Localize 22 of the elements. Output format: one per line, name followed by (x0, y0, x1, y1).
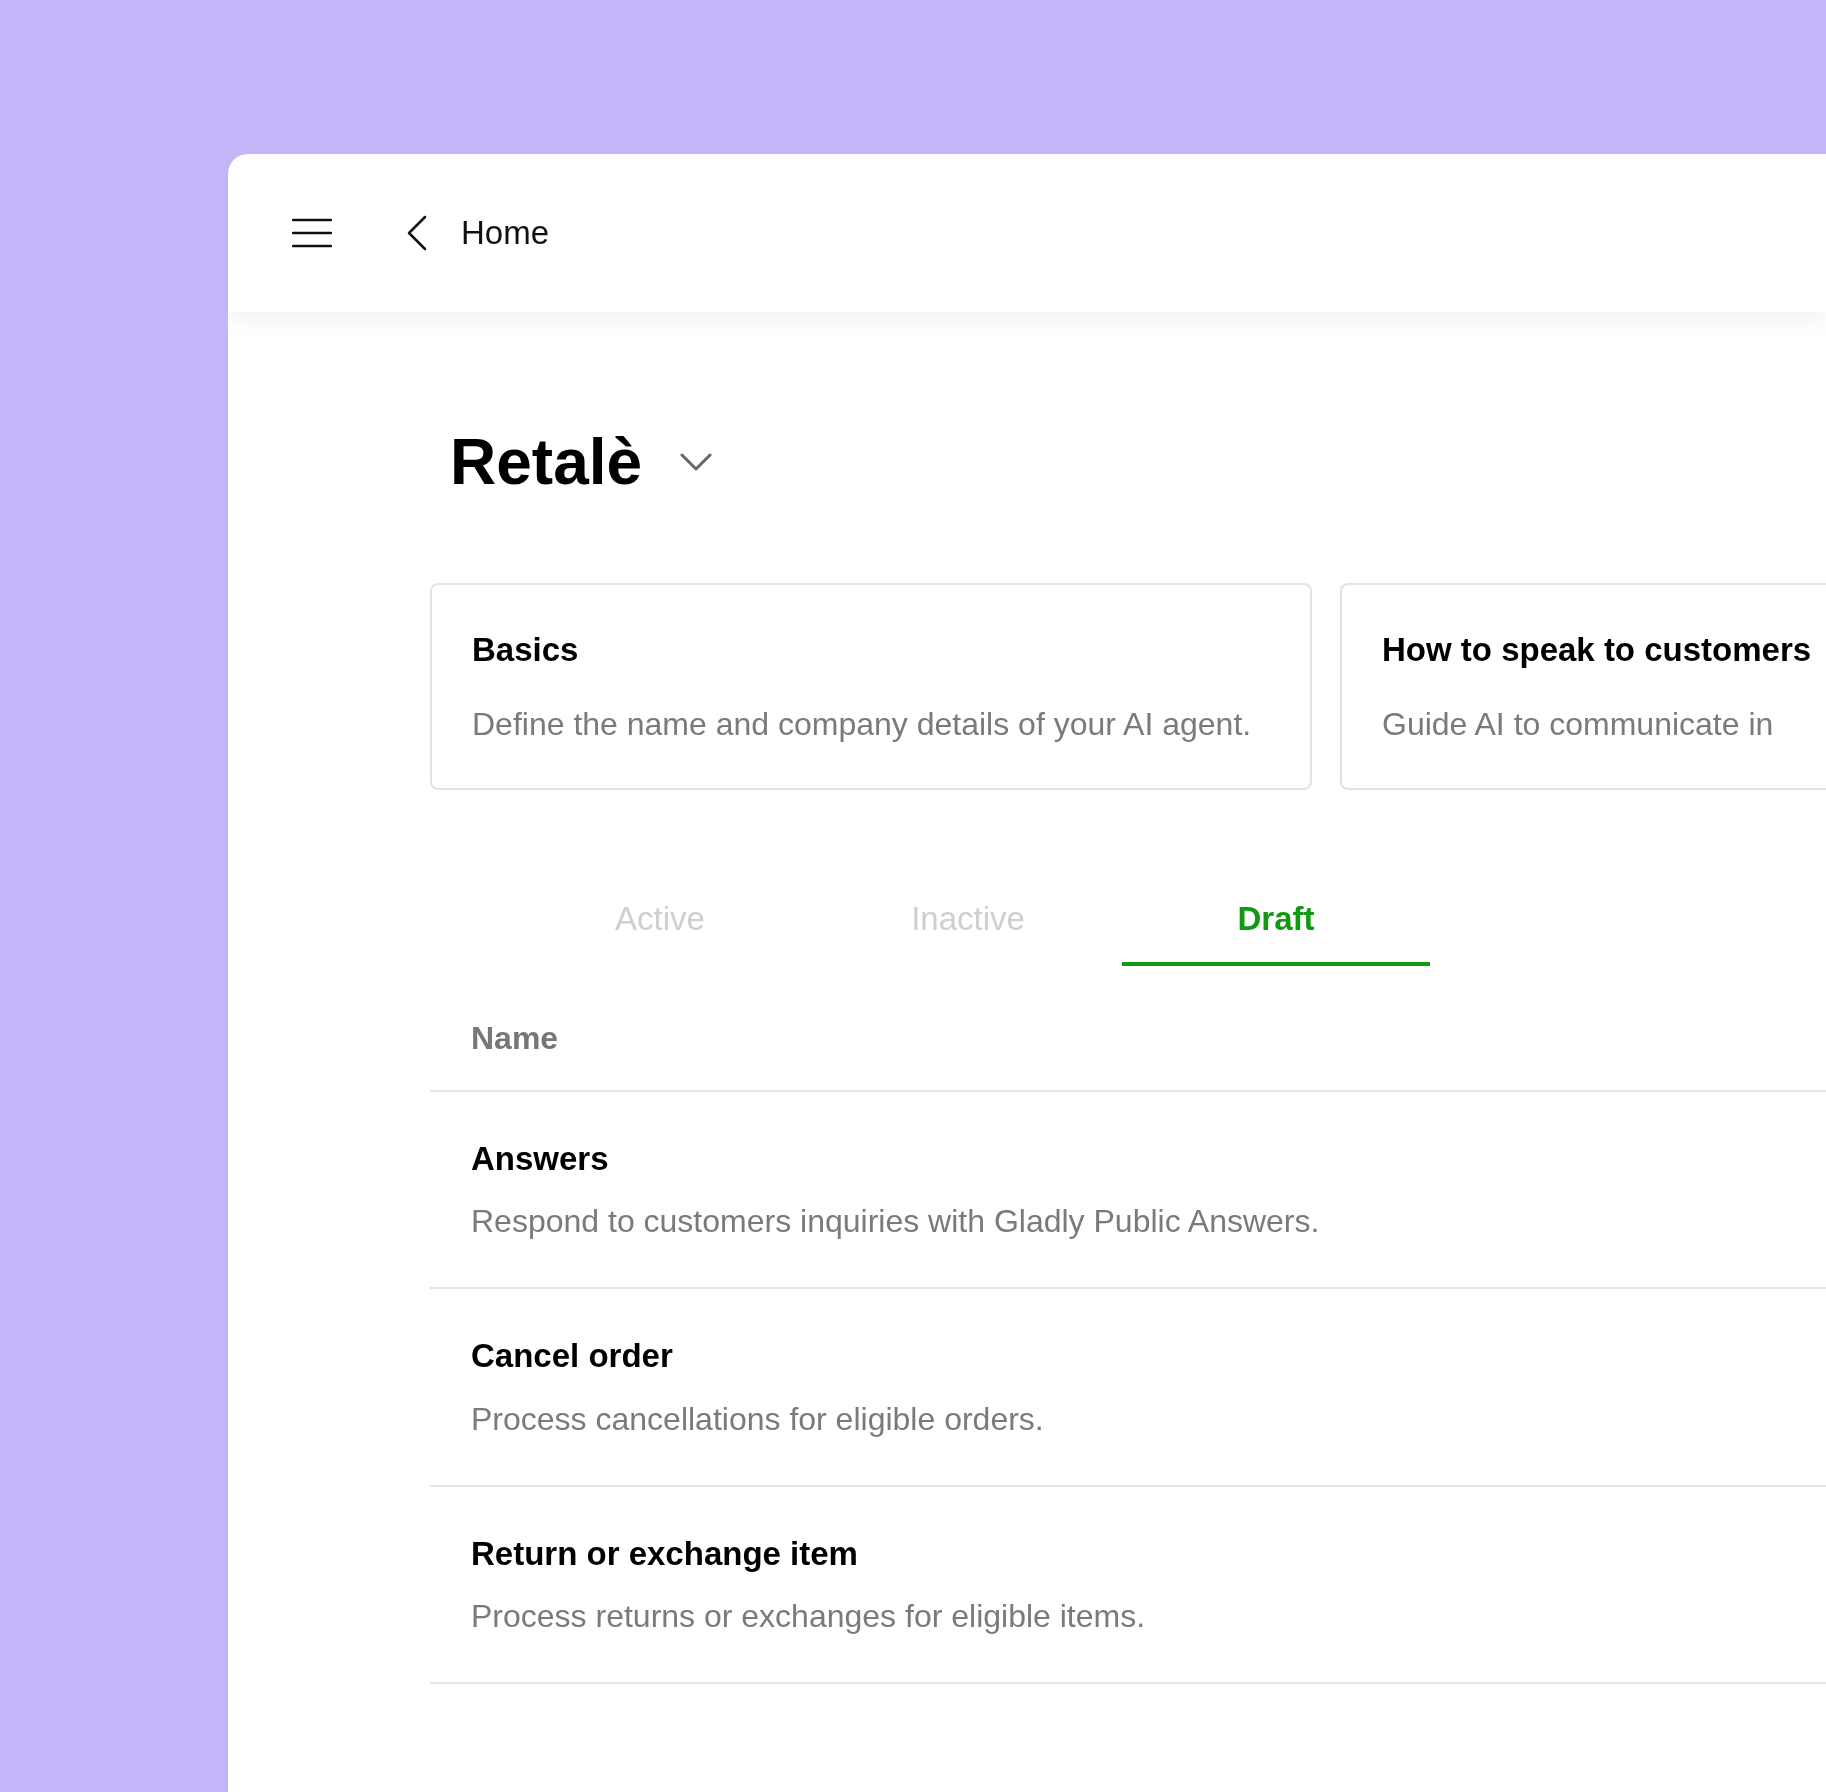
row-description: Process cancellations for eligible orders. (471, 1399, 1045, 1439)
agent-title: Retalè (450, 425, 643, 500)
card-description: Define the name and company details of your AI agent. (472, 705, 1253, 745)
row-title: Answers (471, 1138, 610, 1179)
card-title: How to speak to customers (1382, 629, 1813, 670)
table-row[interactable]: Return or exchange item Process returns or exchanges for eligible items. (430, 1486, 1826, 1685)
row-description: Process returns or exchanges for eligible items. (471, 1597, 1147, 1637)
row-title: Cancel order (471, 1336, 674, 1377)
settings-card[interactable]: Basics Define the name and company details of your AI agent. (430, 582, 1312, 791)
row-description: Respond to customers inquiries with Gladly Public Answers. (471, 1202, 1321, 1242)
menu-icon[interactable] (292, 218, 332, 248)
dropdown-chevron-icon[interactable] (680, 453, 713, 472)
table-row[interactable]: Answers Respond to customers inquiries with Gladly Public Answers. (430, 1091, 1826, 1290)
column-header: Name (430, 1013, 1826, 1092)
card-title: Basics (472, 629, 580, 670)
back-chevron-icon (407, 215, 427, 251)
table-row[interactable]: Cancel order Process cancellations for eligible orders. (430, 1289, 1826, 1487)
back-link[interactable]: Home (407, 208, 550, 258)
settings-card[interactable]: How to speak to customers Guide AI to communicate in (1340, 582, 1826, 791)
card-description: Guide AI to communicate in (1382, 705, 1775, 745)
row-title: Return or exchange item (471, 1533, 859, 1574)
tab[interactable]: Draft (1122, 888, 1430, 966)
